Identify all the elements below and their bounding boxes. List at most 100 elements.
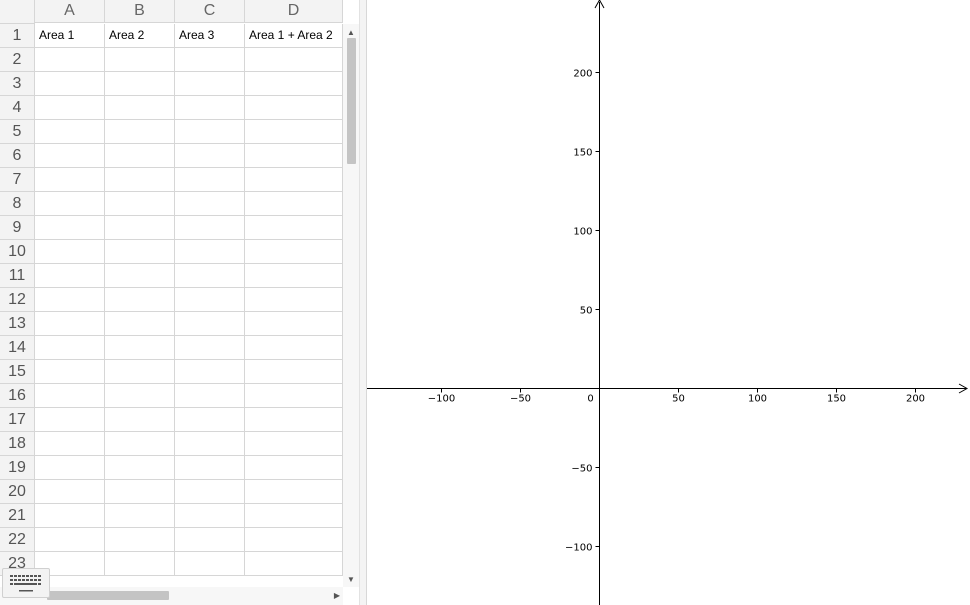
cell[interactable]	[245, 48, 343, 72]
row-header[interactable]: 16	[0, 384, 35, 408]
cell[interactable]	[245, 528, 343, 552]
cell[interactable]	[175, 288, 245, 312]
cell[interactable]	[175, 144, 245, 168]
cell[interactable]	[105, 312, 175, 336]
cell[interactable]	[35, 96, 105, 120]
scroll-up-arrow[interactable]: ▲	[343, 28, 359, 37]
vertical-scroll-thumb[interactable]	[347, 38, 356, 164]
row-header[interactable]: 9	[0, 216, 35, 240]
cell[interactable]	[105, 432, 175, 456]
cell[interactable]	[35, 336, 105, 360]
cell[interactable]	[245, 384, 343, 408]
cell[interactable]	[175, 528, 245, 552]
cell[interactable]	[245, 144, 343, 168]
cell[interactable]	[105, 288, 175, 312]
cell[interactable]	[175, 72, 245, 96]
cell[interactable]	[105, 384, 175, 408]
cell[interactable]	[35, 120, 105, 144]
cell[interactable]	[175, 216, 245, 240]
cell[interactable]	[245, 480, 343, 504]
cell[interactable]	[35, 432, 105, 456]
cell[interactable]	[175, 120, 245, 144]
cell[interactable]: Area 1 + Area 2	[245, 24, 343, 48]
cell[interactable]	[35, 48, 105, 72]
cell[interactable]	[175, 360, 245, 384]
row-header[interactable]: 21	[0, 504, 35, 528]
row-header[interactable]: 1	[0, 24, 35, 48]
graphics-view[interactable]: −100 −50 0 50 100 150 200 200 150 100 50 −50 −100	[367, 0, 970, 605]
cell[interactable]	[35, 456, 105, 480]
cell[interactable]	[175, 408, 245, 432]
cell[interactable]	[245, 168, 343, 192]
cell[interactable]	[175, 96, 245, 120]
cell[interactable]	[105, 456, 175, 480]
cell[interactable]	[35, 72, 105, 96]
cell[interactable]	[105, 408, 175, 432]
cell[interactable]	[245, 216, 343, 240]
cell[interactable]	[245, 336, 343, 360]
cell[interactable]	[175, 168, 245, 192]
cell[interactable]	[105, 168, 175, 192]
cell[interactable]	[245, 240, 343, 264]
cell[interactable]	[245, 552, 343, 576]
cell[interactable]	[35, 528, 105, 552]
cell[interactable]	[105, 120, 175, 144]
cell[interactable]	[245, 504, 343, 528]
cell[interactable]	[35, 384, 105, 408]
column-header[interactable]: A	[35, 0, 105, 23]
row-header[interactable]: 18	[0, 432, 35, 456]
cell[interactable]	[245, 72, 343, 96]
cell[interactable]: Area 1	[35, 24, 105, 48]
row-header[interactable]: 13	[0, 312, 35, 336]
cell[interactable]	[175, 456, 245, 480]
cell[interactable]	[245, 432, 343, 456]
cell[interactable]	[175, 552, 245, 576]
cell[interactable]	[105, 216, 175, 240]
cell[interactable]	[175, 192, 245, 216]
row-header[interactable]: 20	[0, 480, 35, 504]
cell[interactable]	[35, 288, 105, 312]
row-header[interactable]: 10	[0, 240, 35, 264]
row-header[interactable]: 6	[0, 144, 35, 168]
cell[interactable]	[105, 504, 175, 528]
column-header[interactable]: C	[175, 0, 245, 23]
cell[interactable]	[35, 312, 105, 336]
row-header[interactable]: 19	[0, 456, 35, 480]
row-header[interactable]: 14	[0, 336, 35, 360]
row-header[interactable]: 3	[0, 72, 35, 96]
row-header[interactable]: 8	[0, 192, 35, 216]
cell[interactable]	[105, 552, 175, 576]
scroll-down-arrow[interactable]: ▼	[343, 575, 359, 584]
sheet-corner[interactable]	[0, 0, 35, 24]
cell[interactable]	[35, 360, 105, 384]
cell[interactable]	[245, 360, 343, 384]
cell[interactable]: Area 2	[105, 24, 175, 48]
scroll-right-arrow[interactable]: ▶	[329, 591, 345, 600]
cell[interactable]	[245, 264, 343, 288]
cell[interactable]	[105, 192, 175, 216]
cell[interactable]	[245, 96, 343, 120]
cell[interactable]	[175, 312, 245, 336]
cell[interactable]	[105, 144, 175, 168]
view-divider[interactable]	[359, 0, 367, 605]
cell[interactable]	[105, 72, 175, 96]
cell[interactable]	[35, 504, 105, 528]
cell[interactable]	[105, 240, 175, 264]
cell[interactable]	[175, 240, 245, 264]
column-header[interactable]: B	[105, 0, 175, 23]
cell[interactable]	[245, 408, 343, 432]
cell[interactable]	[35, 264, 105, 288]
cell[interactable]	[105, 96, 175, 120]
row-header[interactable]: 11	[0, 264, 35, 288]
cell[interactable]	[35, 216, 105, 240]
cell[interactable]	[245, 192, 343, 216]
horizontal-scroll-thumb[interactable]	[47, 591, 169, 600]
cell[interactable]	[105, 48, 175, 72]
cell[interactable]	[105, 360, 175, 384]
cell[interactable]	[175, 432, 245, 456]
cell[interactable]	[105, 480, 175, 504]
row-header[interactable]: 4	[0, 96, 35, 120]
cell[interactable]	[35, 408, 105, 432]
cell[interactable]	[245, 120, 343, 144]
row-header[interactable]: 7	[0, 168, 35, 192]
